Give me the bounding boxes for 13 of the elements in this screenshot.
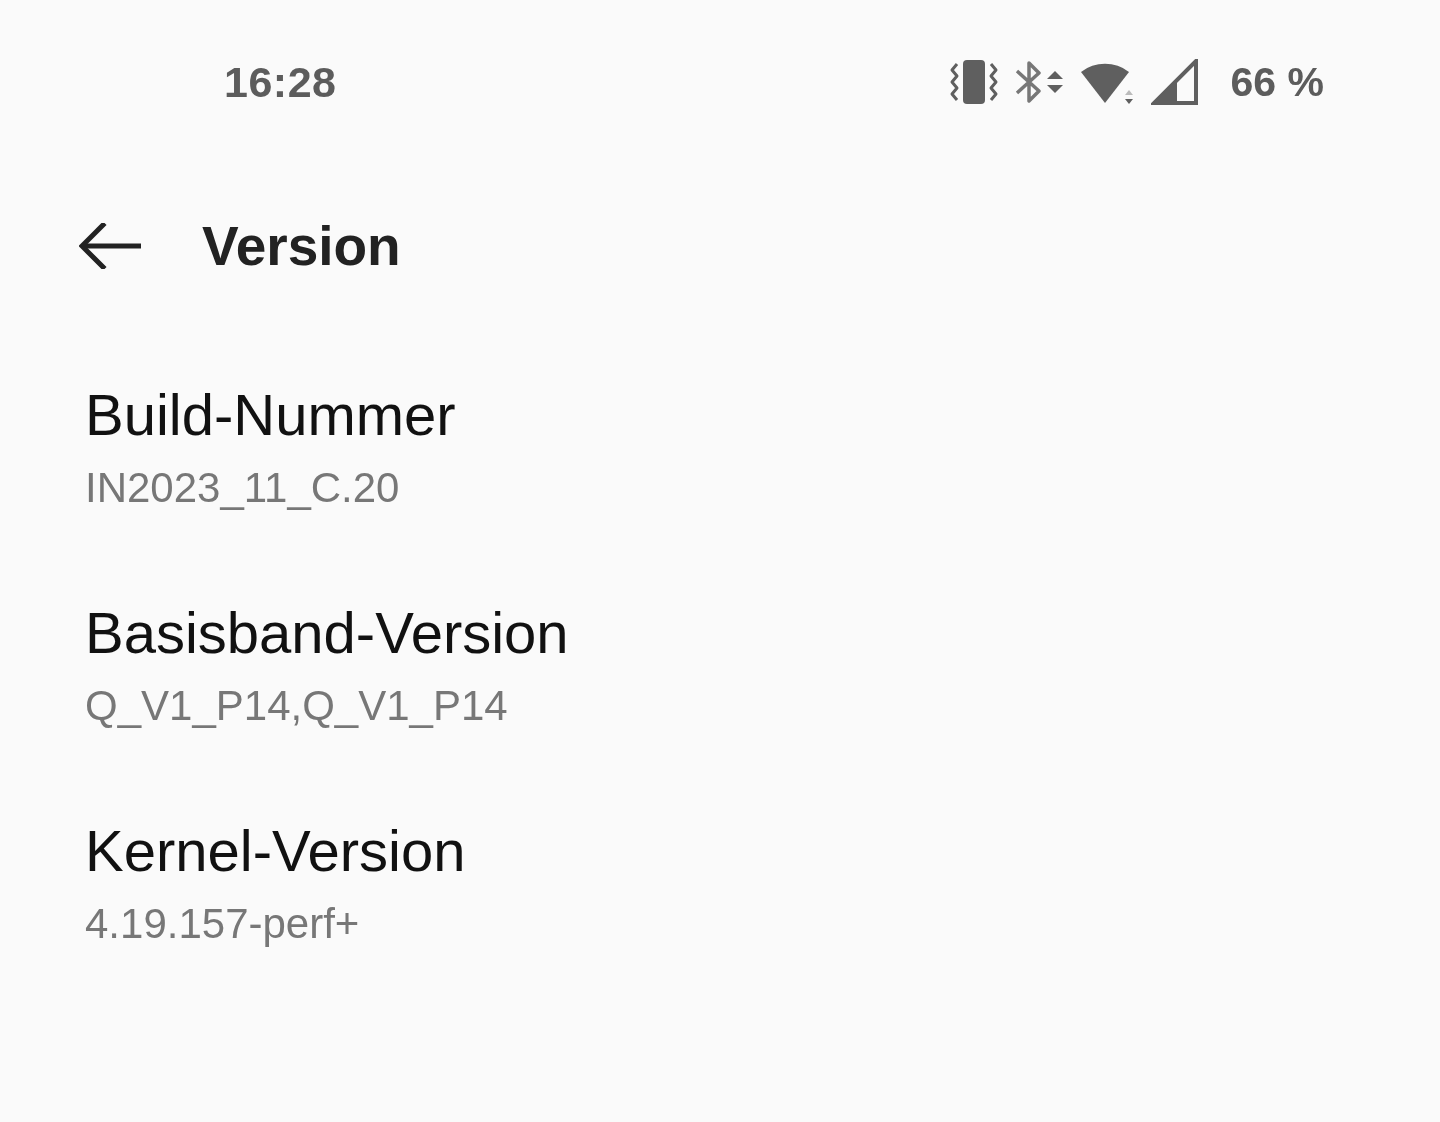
page-title: Version	[202, 214, 401, 279]
clock-time: 16:28	[224, 57, 337, 107]
setting-value: Q_V1_P14,Q_V1_P14	[85, 681, 508, 731]
setting-title: Build-Nummer	[85, 381, 456, 449]
setting-title: Kernel-Version	[85, 817, 466, 885]
back-button[interactable]	[78, 221, 144, 271]
bluetooth-icon	[1014, 58, 1065, 106]
setting-value: IN2023_11_C.20	[85, 463, 400, 513]
vibrate-icon	[948, 60, 999, 104]
setting-title: Basisband-Version	[85, 599, 569, 667]
battery-percentage: 66 %	[1230, 58, 1324, 106]
setting-value: 4.19.157-perf+	[85, 899, 360, 949]
cellular-signal-icon	[1150, 59, 1199, 105]
